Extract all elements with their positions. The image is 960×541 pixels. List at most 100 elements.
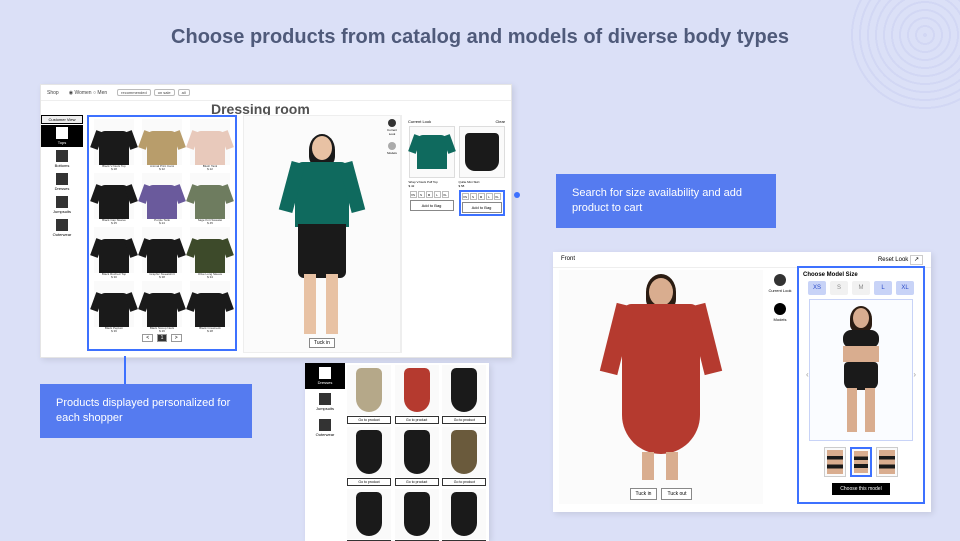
- size-option-XS[interactable]: XS: [808, 281, 826, 295]
- category-header: Customer View: [41, 115, 83, 124]
- mid-category-dresses[interactable]: Dresses: [305, 363, 345, 389]
- category-outerwear[interactable]: Outerwear: [41, 217, 83, 239]
- add-to-bag-button[interactable]: Add to Bag: [410, 200, 454, 211]
- dress-card[interactable]: Go to product: [347, 489, 391, 541]
- dress-card[interactable]: Go to product: [347, 365, 391, 424]
- look-heading: Current Look: [408, 119, 431, 124]
- product-card[interactable]: Sage Knit Sweater$ 45: [187, 173, 233, 225]
- size-XS[interactable]: XS: [410, 191, 417, 198]
- product-card[interactable]: Purple Tank$ 24: [139, 173, 185, 225]
- filter-pills: recommended on sale all: [117, 89, 190, 96]
- dress-icon: [319, 419, 331, 431]
- model-thumbnail[interactable]: [824, 447, 846, 477]
- dress-card[interactable]: Go to product: [395, 489, 439, 541]
- choose-model-size-panel: Choose Model Size XSSMLXL ‹ › Choose thi…: [797, 266, 925, 504]
- size-option-M[interactable]: M: [852, 281, 870, 295]
- product-card[interactable]: Graphic Sweatshirt$ 38: [139, 227, 185, 279]
- size-M[interactable]: M: [426, 191, 433, 198]
- dress-icon: [56, 173, 68, 185]
- dress-card[interactable]: Go to product: [442, 365, 486, 424]
- size-XL[interactable]: XL: [494, 193, 501, 200]
- dress-card[interactable]: Go to product: [442, 489, 486, 541]
- top-icon: [56, 127, 68, 139]
- size-model-figure: [831, 306, 891, 434]
- go-to-product-button[interactable]: Go to product: [395, 416, 439, 424]
- view-front-label[interactable]: Front: [561, 256, 575, 263]
- page-next[interactable]: >: [171, 334, 182, 342]
- tuck-out-button[interactable]: Tuck out: [661, 488, 692, 500]
- app-name: Shop: [47, 90, 59, 96]
- dress-icon: [319, 393, 331, 405]
- size-M[interactable]: M: [478, 193, 485, 200]
- choose-model-button[interactable]: Choose this model: [832, 483, 889, 495]
- export-icon[interactable]: ↗: [910, 255, 923, 265]
- model-preview[interactable]: ‹ ›: [809, 299, 913, 441]
- product-card[interactable]: Olive Long Sleeve$ 34: [187, 227, 233, 279]
- size-L[interactable]: L: [434, 191, 441, 198]
- model-viewport[interactable]: Tuck in: [243, 115, 401, 353]
- product-card[interactable]: Animal Print Cami$ 32: [139, 119, 185, 171]
- bottom-icon: [56, 150, 68, 162]
- size-option-L[interactable]: L: [874, 281, 892, 295]
- clear-look[interactable]: Clear: [495, 119, 505, 124]
- prev-model-arrow[interactable]: ‹: [806, 370, 809, 379]
- product-card[interactable]: Black Peplum$ 36: [91, 281, 137, 333]
- connector-dot: [514, 192, 520, 198]
- size-option-S[interactable]: S: [830, 281, 848, 295]
- go-to-product-button[interactable]: Go to product: [442, 416, 486, 424]
- size-S[interactable]: S: [470, 193, 477, 200]
- tab-current-look[interactable]: Current Look: [385, 119, 399, 136]
- product-card[interactable]: Black Crewneck$ 28: [187, 281, 233, 333]
- tab-current-look[interactable]: Current Look: [767, 274, 793, 293]
- category-dresses[interactable]: Dresses: [41, 171, 83, 193]
- mid-category-jumpsuits[interactable]: Jumpsuits: [305, 389, 345, 415]
- dress-card[interactable]: Go to product: [347, 427, 391, 486]
- right-model-viewport[interactable]: Tuck in Tuck out: [559, 270, 763, 504]
- dress-card[interactable]: Go to product: [442, 427, 486, 486]
- look-item: Quilte Mini Skirt$ 58XSSMLXLAdd to Bag: [459, 126, 505, 216]
- tab-models[interactable]: Models: [767, 303, 793, 322]
- page-prev[interactable]: <: [142, 334, 153, 342]
- gender-toggle[interactable]: ◉ Women ○ Men: [69, 90, 107, 96]
- product-card[interactable]: Black Cap Sleeve$ 25: [91, 173, 137, 225]
- dress-card[interactable]: Go to product: [395, 365, 439, 424]
- category-bottoms[interactable]: Bottoms: [41, 148, 83, 170]
- dress-card[interactable]: Go to product: [395, 427, 439, 486]
- filter-all[interactable]: all: [178, 89, 190, 96]
- next-model-arrow[interactable]: ›: [913, 370, 916, 379]
- app-header: Shop ◉ Women ○ Men recommended on sale a…: [41, 85, 511, 101]
- model-dress: [622, 304, 700, 454]
- size-selector: XS SML XL: [808, 281, 914, 295]
- go-to-product-button[interactable]: Go to product: [347, 478, 391, 486]
- tuck-in-button[interactable]: Tuck in: [630, 488, 658, 500]
- product-card[interactable]: Blush Tank$ 22: [187, 119, 233, 171]
- model-thumbnail[interactable]: [850, 447, 872, 477]
- tab-models[interactable]: Models: [387, 142, 397, 155]
- product-card[interactable]: Black Ruched Top$ 30: [91, 227, 137, 279]
- category-tops[interactable]: Tops: [41, 125, 83, 147]
- callout-add-to-cart: Search for size availability and add pro…: [556, 174, 776, 228]
- size-XL[interactable]: XL: [442, 191, 449, 198]
- product-card[interactable]: Black Scoop Neck$ 26: [139, 281, 185, 333]
- reset-look-link[interactable]: Reset Look: [878, 257, 908, 263]
- dress-catalog-panel: DressesJumpsuitsOuterwear Go to productG…: [305, 363, 489, 541]
- filter-sale[interactable]: on sale: [154, 89, 175, 96]
- size-XS[interactable]: XS: [462, 193, 469, 200]
- model-thumbnail[interactable]: [876, 447, 898, 477]
- size-L[interactable]: L: [486, 193, 493, 200]
- mid-category-outerwear[interactable]: Outerwear: [305, 415, 345, 441]
- filter-recommended[interactable]: recommended: [117, 89, 151, 96]
- product-card[interactable]: Black V-Neck Top$ 28: [91, 119, 137, 171]
- add-to-bag-button[interactable]: Add to Bag: [462, 202, 502, 213]
- model-figure: [272, 134, 372, 334]
- category-jumpsuits[interactable]: Jumpsuits: [41, 194, 83, 216]
- tuck-in-button[interactable]: Tuck in: [309, 338, 335, 348]
- size-option-XL[interactable]: XL: [896, 281, 914, 295]
- go-to-product-button[interactable]: Go to product: [395, 478, 439, 486]
- model-thumbnails: [824, 447, 898, 477]
- go-to-product-button[interactable]: Go to product: [442, 478, 486, 486]
- size-S[interactable]: S: [418, 191, 425, 198]
- go-to-product-button[interactable]: Go to product: [347, 416, 391, 424]
- pagination: < 1 >: [91, 335, 233, 341]
- decorative-circles: [850, 0, 960, 110]
